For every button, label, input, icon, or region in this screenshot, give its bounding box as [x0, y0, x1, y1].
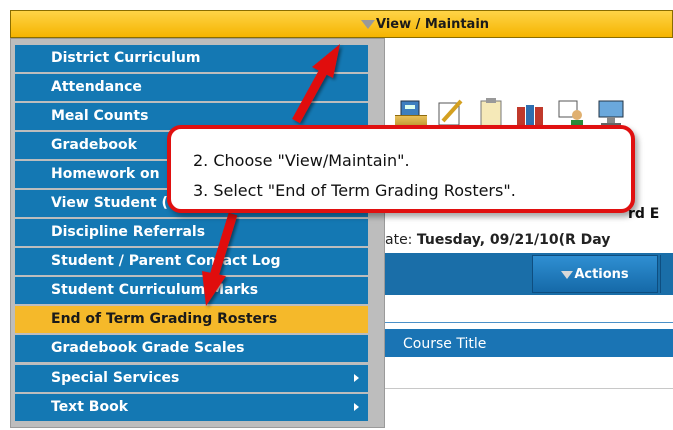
actions-button[interactable]: Actions	[532, 255, 658, 293]
menu-item-label: Homework on	[51, 166, 160, 182]
course-title-column-header[interactable]: Course Title	[385, 329, 673, 357]
date-prefix: ate:	[385, 232, 417, 248]
course-title-label: Course Title	[403, 336, 487, 352]
menu-item-label: Gradebook	[51, 137, 137, 153]
menu-item-label: Attendance	[51, 79, 142, 95]
menu-item-text-book[interactable]: Text Book	[15, 394, 368, 421]
menu-item-label: End of Term Grading Rosters	[51, 311, 278, 327]
instruction-callout: 2. Choose "View/Maintain". 3. Select "En…	[167, 125, 635, 213]
submenu-arrow-icon	[354, 374, 359, 382]
menu-item-gradebook-grade-scales[interactable]: Gradebook Grade Scales	[15, 335, 368, 362]
divider-line	[385, 388, 673, 389]
menu-item-label: Gradebook Grade Scales	[51, 340, 245, 356]
date-line: ate: Tuesday, 09/21/10(R Day	[385, 232, 610, 248]
menu-item-special-services[interactable]: Special Services	[15, 365, 368, 392]
menu-item-attendance[interactable]: Attendance	[15, 74, 368, 101]
view-maintain-label: View / Maintain	[376, 17, 490, 32]
instruction-step-3: 3. Select "End of Term Grading Rosters".	[193, 181, 516, 200]
menu-item-label: Student Curriculum Marks	[51, 282, 259, 298]
menu-item-label: Student / Parent Contact Log	[51, 253, 281, 269]
toolbar-divider	[660, 255, 661, 293]
menu-item-discipline-referrals[interactable]: Discipline Referrals	[15, 219, 368, 246]
menu-item-end-of-term-grading-rosters[interactable]: End of Term Grading Rosters	[15, 306, 368, 333]
menu-item-label: District Curriculum	[51, 50, 201, 66]
menu-item-label: Meal Counts	[51, 108, 149, 124]
menu-item-label: View Student (	[51, 195, 168, 211]
divider-line	[385, 322, 673, 323]
view-maintain-menubar[interactable]: View / Maintain	[10, 10, 673, 38]
menu-item-student-parent-contact-log[interactable]: Student / Parent Contact Log	[15, 248, 368, 275]
menu-item-student-curriculum-marks[interactable]: Student Curriculum Marks	[15, 277, 368, 304]
triangle-down-icon	[561, 270, 574, 279]
menu-item-label: Text Book	[51, 399, 128, 415]
menu-item-district-curriculum[interactable]: District Curriculum	[15, 45, 368, 72]
page-title-partial: rd E	[628, 206, 660, 222]
menu-item-label: Discipline Referrals	[51, 224, 206, 240]
instruction-step-2: 2. Choose "View/Maintain".	[193, 151, 410, 170]
date-value: Tuesday, 09/21/10(R Day	[416, 232, 611, 248]
triangle-down-icon	[361, 20, 375, 29]
submenu-arrow-icon	[354, 403, 359, 411]
actions-label: Actions	[574, 267, 629, 282]
menu-item-label: Special Services	[51, 370, 180, 386]
view-maintain-dropdown: District Curriculum Attendance Meal Counts…	[10, 38, 385, 428]
view-maintain-menu-button[interactable]: View / Maintain	[361, 17, 489, 32]
